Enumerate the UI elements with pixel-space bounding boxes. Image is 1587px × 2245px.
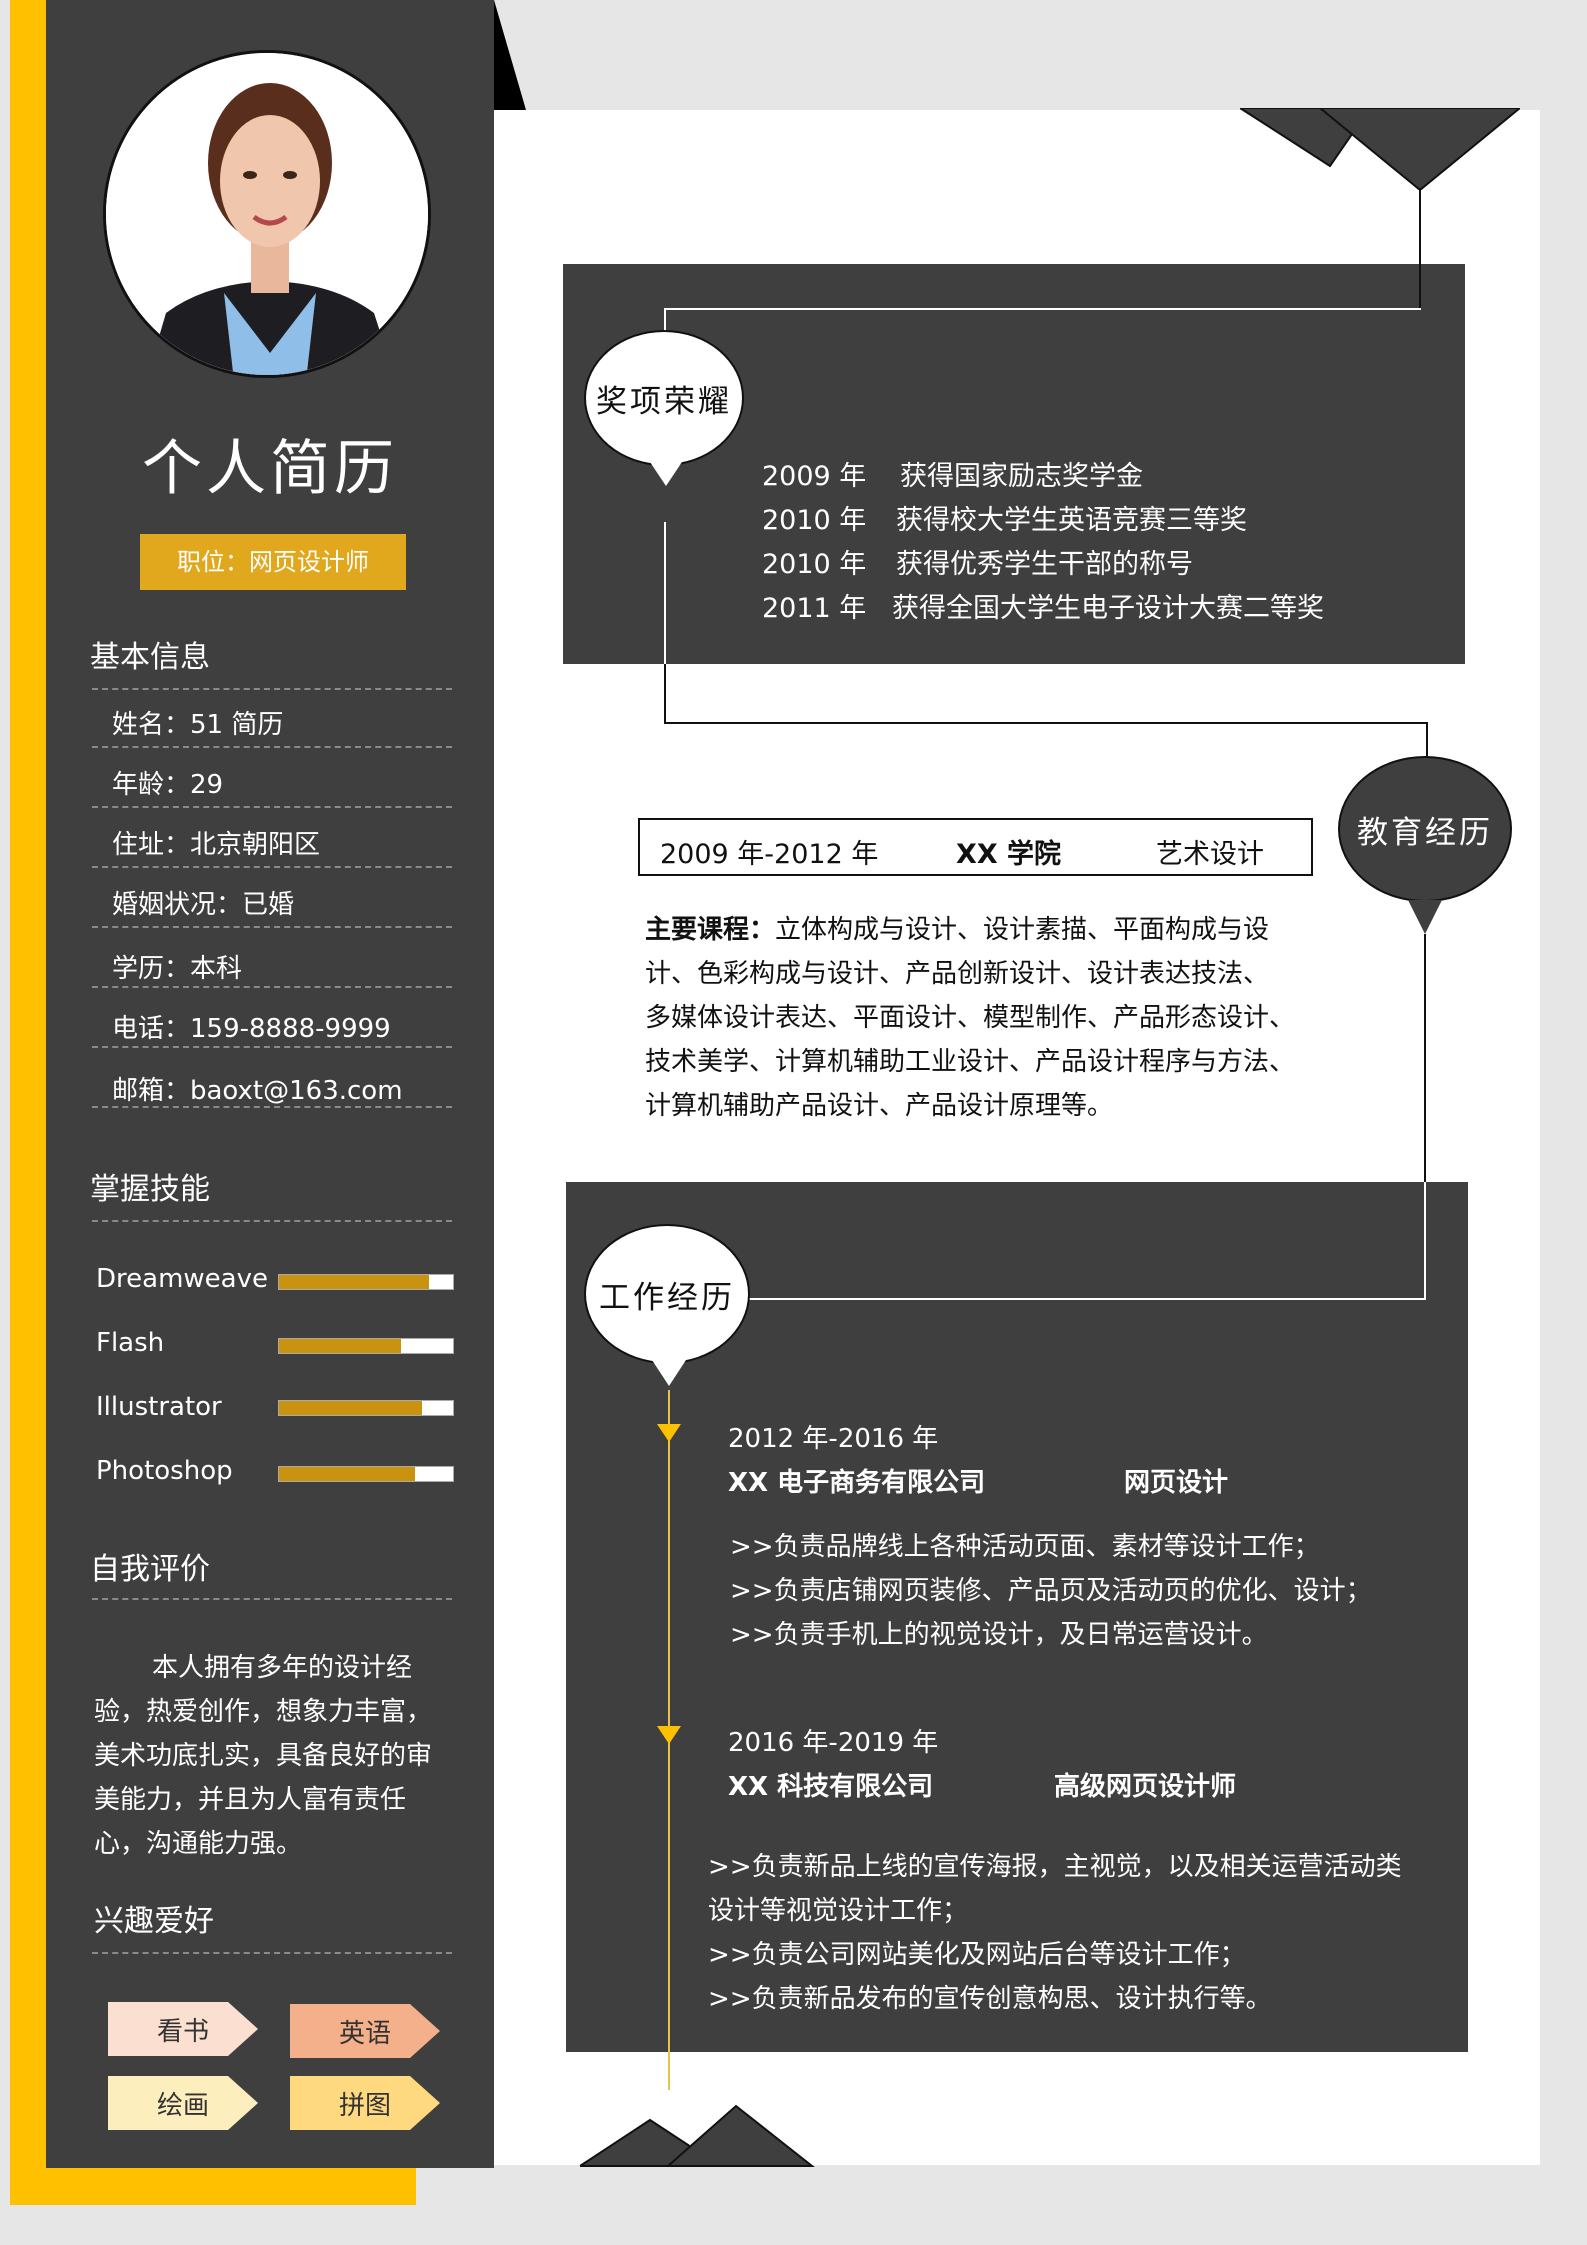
divider <box>92 1952 452 1954</box>
hobby-tag: 拼图 <box>290 2076 440 2130</box>
info-marital: 婚姻状况：已婚 <box>112 890 295 920</box>
basic-info-heading: 基本信息 <box>90 640 210 675</box>
divider <box>92 1106 452 1108</box>
award-text: 获得校大学生英语竞赛三等奖 <box>896 505 1247 536</box>
skill-label: Dreamweave <box>96 1264 268 1294</box>
divider <box>92 866 452 868</box>
award-text: 获得国家励志奖学金 <box>900 461 1143 492</box>
education-period: 2009 年-2012 年 <box>660 839 879 870</box>
award-text: 获得全国大学生电子设计大赛二等奖 <box>892 593 1324 624</box>
award-year: 2010 年 <box>762 505 867 536</box>
education-header: 2009 年-2012 年 XX 学院 艺术设计 <box>638 818 1313 876</box>
courses-label: 主要课程： <box>645 915 776 945</box>
skill-bar-fill <box>279 1275 429 1289</box>
bubble-pointer <box>650 462 682 486</box>
info-education: 学历：本科 <box>112 954 243 984</box>
divider <box>92 1220 452 1222</box>
skill-bar <box>278 1274 454 1290</box>
page-title: 个人简历 <box>142 434 398 504</box>
info-address: 住址：北京朝阳区 <box>112 830 321 860</box>
info-name: 姓名：51 简历 <box>112 710 284 740</box>
bubble-pointer <box>652 1360 686 1386</box>
job-duty: >>负责新品发布的宣传创意构思、设计执行等。 <box>708 1984 1272 2014</box>
connector-line <box>1424 934 1426 1182</box>
avatar <box>103 50 431 378</box>
connector-line <box>664 664 666 724</box>
courses-line: 多媒体设计表达、平面设计、模型制作、产品形态设计、 <box>645 1003 1296 1033</box>
courses-line: 计算机辅助产品设计、产品设计原理等。 <box>645 1091 1114 1121</box>
self-eval-text: 本人拥有多年的设计经验，热爱创作，想象力丰富，美术功底扎实，具备良好的审美能力，… <box>94 1653 433 1859</box>
job-duty: >>负责新品上线的宣传海报，主视觉，以及相关运营活动类 <box>708 1852 1402 1882</box>
work-bubble: 工作经历 <box>584 1224 750 1364</box>
job-role: 高级网页设计师 <box>1054 1772 1237 1802</box>
divider <box>92 746 452 748</box>
job-company: XX 电子商务有限公司 <box>728 1468 986 1498</box>
bubble-pointer <box>1408 900 1442 934</box>
timeline-marker <box>657 1424 681 1442</box>
skill-bar-fill <box>279 1467 415 1481</box>
connector-line <box>1426 722 1428 758</box>
job-role: 网页设计 <box>1124 1468 1229 1498</box>
sidebar-notch <box>494 0 526 110</box>
skill-bar <box>278 1400 454 1416</box>
courses-line: 技术美学、计算机辅助工业设计、产品设计程序与方法、 <box>645 1047 1296 1077</box>
connector-line <box>664 308 1421 310</box>
divider <box>92 1046 452 1048</box>
divider <box>92 986 452 988</box>
skills-heading: 掌握技能 <box>90 1172 210 1207</box>
job-duty: >>负责店铺网页装修、产品页及活动页的优化、设计； <box>730 1576 1372 1606</box>
avatar-portrait <box>106 53 428 375</box>
courses-line: 立体构成与设计、设计素描、平面构成与设 <box>775 915 1270 945</box>
connector-line <box>664 522 666 664</box>
info-age: 年龄：29 <box>112 770 224 800</box>
connector-line <box>740 1298 1426 1300</box>
divider <box>92 1598 452 1600</box>
job-duty: >>负责品牌线上各种活动页面、素材等设计工作； <box>730 1532 1320 1562</box>
top-triangles-decoration <box>1240 108 1520 190</box>
position-badge: 职位：网页设计师 <box>140 534 406 590</box>
award-year: 2009 年 <box>762 461 867 492</box>
divider <box>92 688 452 690</box>
skill-bar <box>278 1466 454 1482</box>
skill-label: Illustrator <box>96 1392 222 1422</box>
education-major: 艺术设计 <box>1156 839 1264 870</box>
job-duty: >>负责手机上的视觉设计，及日常运营设计。 <box>730 1620 1268 1650</box>
hobbies-heading: 兴趣爱好 <box>94 1904 214 1939</box>
job-period: 2016 年-2019 年 <box>728 1728 939 1758</box>
connector-line <box>1424 1182 1426 1300</box>
award-text: 获得优秀学生干部的称号 <box>896 549 1193 580</box>
skill-bar-fill <box>279 1401 422 1415</box>
connector-line <box>1419 188 1421 310</box>
award-year: 2010 年 <box>762 549 867 580</box>
timeline-marker <box>657 1726 681 1744</box>
job-duty: >>负责公司网站美化及网站后台等设计工作； <box>708 1940 1246 1970</box>
bottom-triangles-decoration <box>580 2104 815 2167</box>
hobby-tag: 绘画 <box>108 2076 258 2130</box>
job-period: 2012 年-2016 年 <box>728 1424 939 1454</box>
job-company: XX 科技有限公司 <box>728 1772 934 1802</box>
courses-line: 计、色彩构成与设计、产品创新设计、设计表达技法、 <box>645 959 1270 989</box>
skill-bar <box>278 1338 454 1354</box>
hobby-tag: 看书 <box>108 2002 258 2056</box>
education-school: XX 学院 <box>956 839 1062 870</box>
education-courses: 主要课程：立体构成与设计、设计素描、平面构成与设 计、色彩构成与设计、产品创新设… <box>645 908 1335 1128</box>
divider <box>92 806 452 808</box>
yellow-accent-stripe <box>10 0 46 2205</box>
divider <box>92 926 452 928</box>
connector-line <box>664 722 1428 724</box>
awards-bubble: 奖项荣耀 <box>584 330 744 466</box>
hobby-tag: 英语 <box>290 2004 440 2058</box>
education-bubble: 教育经历 <box>1338 756 1512 902</box>
job-duty: 设计等视觉设计工作； <box>708 1896 969 1926</box>
skill-bar-fill <box>279 1339 401 1353</box>
skill-label: Photoshop <box>96 1456 233 1486</box>
info-phone: 电话：159-8888-9999 <box>112 1014 391 1044</box>
self-eval-heading: 自我评价 <box>90 1552 210 1587</box>
yellow-accent-bottom <box>10 2168 416 2205</box>
skill-label: Flash <box>96 1328 165 1358</box>
info-email: 邮箱：baoxt@163.com <box>112 1076 403 1106</box>
award-year: 2011 年 <box>762 593 867 624</box>
